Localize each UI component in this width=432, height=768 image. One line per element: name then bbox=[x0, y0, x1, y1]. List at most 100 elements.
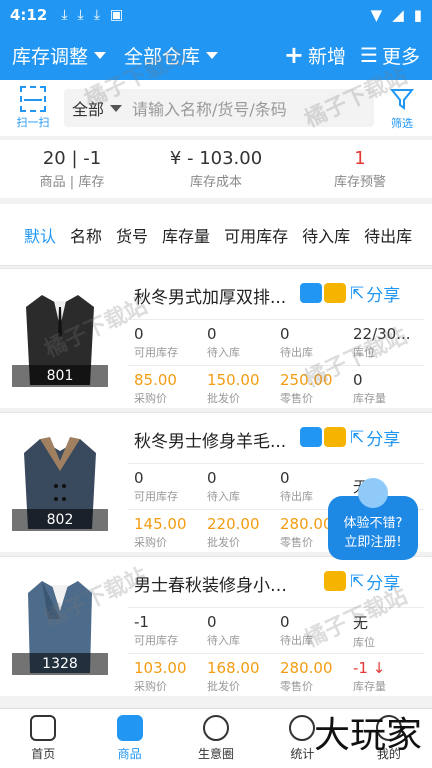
status-time: 4:12 bbox=[10, 6, 48, 24]
incoming-value: 0 bbox=[207, 469, 217, 487]
cloud-icon bbox=[300, 427, 322, 447]
tab-home[interactable]: 首页 bbox=[0, 709, 86, 768]
wholesale-price: 220.00 bbox=[207, 515, 260, 533]
more-label: 更多 bbox=[381, 45, 420, 68]
purchase-price: 145.00 bbox=[134, 515, 187, 533]
scan-button[interactable]: 扫一扫 bbox=[8, 86, 58, 130]
share-icon: ⇱ bbox=[350, 427, 365, 448]
sort-name[interactable]: 名称 bbox=[70, 223, 102, 247]
app-icon: ▣ bbox=[109, 7, 124, 23]
wholesale-label: 批发价 bbox=[207, 392, 240, 405]
wholesale-label: 批发价 bbox=[207, 536, 240, 549]
purchase-label: 采购价 bbox=[134, 536, 167, 549]
count-value: 20 | -1 bbox=[42, 148, 102, 169]
download-icon: ⤓ bbox=[77, 7, 84, 23]
share-label: 分享 bbox=[366, 286, 401, 306]
share-icon: ⇱ bbox=[350, 283, 365, 304]
stock-qty: 0 bbox=[353, 371, 363, 389]
cost-value: ¥ - 103.00 bbox=[169, 148, 263, 169]
sort-default[interactable]: 默认 bbox=[24, 223, 56, 247]
tab-business-circle[interactable]: 生意圈 bbox=[173, 709, 259, 768]
purchase-label: 采购价 bbox=[134, 680, 167, 693]
incoming-label: 待入库 bbox=[207, 634, 240, 647]
product-image: 1328 bbox=[12, 575, 108, 675]
purchase-label: 采购价 bbox=[134, 392, 167, 405]
add-label: 新增 bbox=[308, 45, 347, 68]
retail-label: 零售价 bbox=[280, 680, 313, 693]
available-label: 可用库存 bbox=[134, 634, 178, 647]
tag-icon bbox=[324, 571, 346, 591]
retail-price: 280.00 bbox=[280, 659, 333, 677]
more-button[interactable]: ☰ 更多 bbox=[360, 42, 420, 69]
tab-business-label: 生意圈 bbox=[198, 747, 235, 761]
battery-icon: ▮ bbox=[413, 6, 422, 24]
location-label: 库位 bbox=[353, 346, 375, 359]
wifi-icon: ▼ bbox=[370, 6, 383, 24]
promo-line1: 体验不错? bbox=[343, 516, 403, 531]
product-code: 802 bbox=[12, 509, 108, 531]
sort-stock[interactable]: 库存量 bbox=[162, 223, 210, 247]
product-stats: -1 可用库存 0 待入库 0 待出库 无库位 103.00 采购价 168.00 批发价… bbox=[128, 607, 424, 699]
share-button[interactable]: ⇱ 分享 bbox=[350, 569, 401, 595]
stock-qty: -1 ↓ bbox=[353, 659, 386, 677]
download-icon: ⤓ bbox=[61, 7, 68, 23]
product-code: 1328 bbox=[12, 653, 108, 675]
filter-button[interactable]: 筛选 bbox=[380, 86, 424, 131]
warehouse-label: 全部仓库 bbox=[124, 45, 201, 68]
alert-label: 库存预警 bbox=[333, 175, 386, 190]
available-value: 0 bbox=[134, 469, 144, 487]
product-image: 802 bbox=[12, 431, 108, 531]
chevron-down-icon bbox=[206, 51, 219, 59]
list-item[interactable]: 801 秋冬男式加厚双排... ⇱ 分享 0 可用库存 0 待入库 0 待出库 22/… bbox=[0, 268, 432, 408]
available-value: 0 bbox=[134, 325, 144, 343]
location-label: 库位 bbox=[353, 635, 375, 649]
count-summary[interactable]: 20 | -1 商品 | 库存 bbox=[2, 148, 142, 190]
add-button[interactable]: + 新增 bbox=[284, 41, 346, 69]
adjust-dropdown[interactable]: 库存调整 bbox=[12, 42, 107, 69]
promo-line2: 立即注册! bbox=[344, 535, 402, 550]
share-label: 分享 bbox=[366, 574, 401, 594]
share-button[interactable]: ⇱ 分享 bbox=[350, 425, 400, 451]
alert-summary[interactable]: 1 库存预警 bbox=[290, 148, 430, 190]
outgoing-value: 0 bbox=[280, 469, 290, 487]
search-bar: 扫一扫 全部 请输入名称/货号/条码 筛选 bbox=[0, 80, 432, 136]
scan-label: 扫一扫 bbox=[16, 116, 50, 129]
cost-summary[interactable]: ¥ - 103.00 库存成本 bbox=[146, 148, 286, 190]
search-input[interactable]: 全部 请输入名称/货号/条码 bbox=[64, 89, 374, 127]
share-icon: ⇱ bbox=[350, 571, 365, 592]
product-image: 801 bbox=[12, 287, 108, 387]
wholesale-price: 168.00 bbox=[207, 659, 260, 677]
list-item[interactable]: 1328 男士春秋装修身小拼... ⇱ 分享 -1 可用库存 0 待入库 0 待出库 … bbox=[0, 556, 432, 696]
location-value: 无 bbox=[353, 613, 369, 632]
sort-sku[interactable]: 货号 bbox=[116, 223, 148, 247]
scope-select[interactable]: 全部 bbox=[72, 96, 123, 120]
outgoing-label: 待出库 bbox=[280, 634, 313, 647]
tab-products[interactable]: 商品 bbox=[86, 709, 172, 768]
sort-incoming[interactable]: 待入库 bbox=[302, 223, 350, 247]
register-promo-button[interactable]: 体验不错? 立即注册! bbox=[328, 478, 418, 560]
tag-icon bbox=[324, 283, 346, 303]
tab-home-label: 首页 bbox=[31, 747, 56, 761]
purchase-price: 85.00 bbox=[134, 371, 177, 389]
product-stats: 0 可用库存 0 待入库 0 待出库 22/30... 库位 85.00 采购价 150.… bbox=[128, 319, 424, 411]
sort-outgoing[interactable]: 待出库 bbox=[364, 223, 412, 247]
share-button[interactable]: ⇱ 分享 bbox=[350, 281, 401, 307]
warehouse-dropdown[interactable]: 全部仓库 bbox=[124, 42, 219, 69]
incoming-value: 0 bbox=[207, 325, 217, 343]
sort-available[interactable]: 可用库存 bbox=[224, 223, 288, 247]
search-placeholder: 请输入名称/货号/条码 bbox=[132, 100, 287, 119]
plus-icon: + bbox=[283, 41, 305, 69]
product-name: 男士春秋装修身小拼... bbox=[134, 576, 294, 596]
cloud-icon bbox=[300, 283, 322, 303]
menu-icon: ☰ bbox=[360, 43, 378, 67]
product-name: 秋冬男式加厚双排... bbox=[134, 288, 287, 308]
circle-icon bbox=[203, 715, 230, 741]
sort-bar: 默认 名称 货号 库存量 可用库存 待入库 待出库 bbox=[0, 204, 432, 266]
home-icon bbox=[30, 715, 57, 741]
filter-icon bbox=[389, 88, 415, 110]
scan-icon bbox=[20, 86, 46, 112]
inventory-summary: 20 | -1 商品 | 库存 ¥ - 103.00 库存成本 1 库存预警 bbox=[0, 140, 432, 198]
stock-qty-label: 库存量 bbox=[353, 680, 386, 693]
available-value: -1 bbox=[134, 613, 149, 631]
count-label: 商品 | 库存 bbox=[39, 175, 105, 190]
